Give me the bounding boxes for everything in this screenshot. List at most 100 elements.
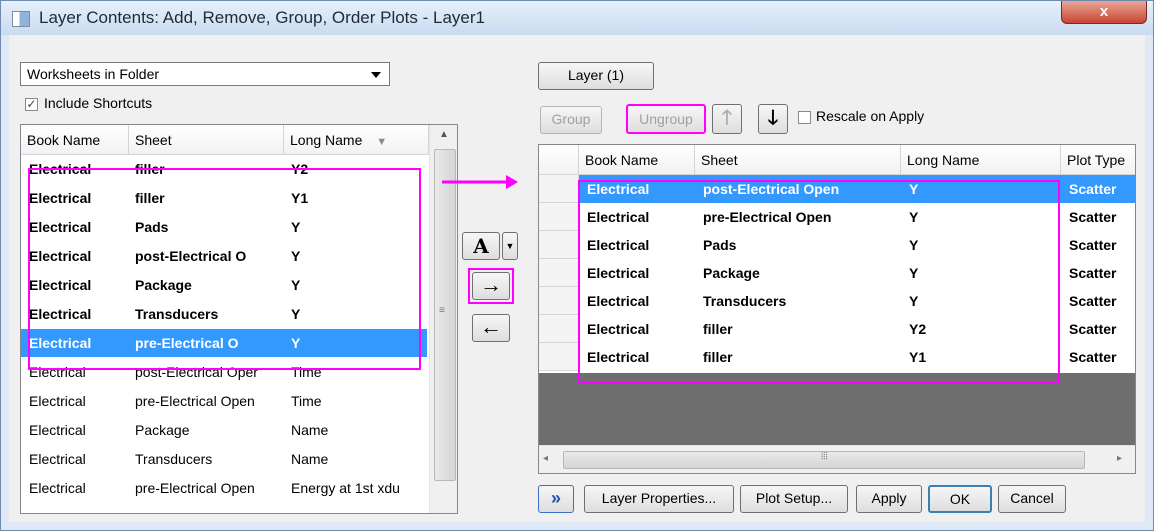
plot-setup-button[interactable]: Plot Setup... [740,485,848,513]
cell-sheet: post-Electrical O [135,248,247,264]
cell-sheet: Pads [703,237,737,253]
plot-list[interactable]: Book Name Sheet Long Name Plot Type Elec… [538,144,1136,474]
cell-long: Y [909,293,919,309]
cell-long: Y [909,209,919,225]
cell-book: Electrical [587,349,650,365]
window-icon [12,11,30,27]
cell-sheet: filler [703,349,733,365]
font-button[interactable]: A [462,232,500,260]
chevron-down-icon: ▼ [505,241,515,251]
column-header-long-name[interactable]: Long Name [901,145,1061,175]
table-row[interactable]: Electrical Pads Y Scatter [579,231,1135,259]
cell-book: Electrical [29,364,86,380]
table-row[interactable]: Electrical pre-Electrical Open Y Scatter [579,203,1135,231]
cell-book: Electrical [29,451,86,467]
layer-properties-button[interactable]: Layer Properties... [584,485,734,513]
arrow-annotation-icon [442,175,518,189]
cell-book: Electrical [29,393,86,409]
include-shortcuts-checkbox[interactable]: ✓ [25,98,38,111]
empty-grid-area [539,373,1135,445]
ungroup-button[interactable]: Ungroup [626,104,706,134]
table-row[interactable]: Electrical filler Y2 Scatter [579,315,1135,343]
rescale-on-apply-label: Rescale on Apply [816,108,925,124]
table-row[interactable]: Electrical Package Y Scatter [579,259,1135,287]
cell-book: Electrical [29,306,92,322]
row-header[interactable] [539,175,579,203]
list-item[interactable]: Electrical Package Name [21,416,427,444]
column-header-book-name[interactable]: Book Name [21,125,129,155]
table-row[interactable]: Electrical post-Electrical Open Y Scatter [579,175,1135,203]
list-item[interactable]: Electrical post-Electrical O Y [21,242,427,270]
column-header-long-name-label: Long Name [290,132,363,148]
chevron-down-icon [371,72,381,78]
table-row[interactable]: Electrical Transducers Y Scatter [579,287,1135,315]
list-item[interactable]: Electrical pre-Electrical Open Time [21,387,427,415]
cell-book: Electrical [29,480,86,496]
cell-book: Electrical [29,219,92,235]
cell-sheet: Package [703,265,760,281]
cell-sheet: Pads [135,219,169,235]
horizontal-scrollbar[interactable]: ◂ ⦙⦙⦙ ▸ [539,445,1135,473]
cell-book: Electrical [29,335,92,351]
row-header[interactable] [539,343,579,371]
list-item[interactable]: Electrical pre-Electrical Open Energy at 1… [21,474,427,502]
scroll-up-icon[interactable]: ▲ [439,129,449,140]
cell-sheet: post-Electrical Oper [135,364,258,380]
group-button[interactable]: Group [540,106,602,134]
scroll-right-icon[interactable]: ▸ [1117,453,1122,464]
arrow-up-icon: 🡑 [721,107,733,129]
column-header-long-name[interactable]: Long Name ▼ [284,125,429,155]
cell-book: Electrical [29,277,92,293]
column-header-sheet[interactable]: Sheet [695,145,901,175]
cell-book: Electrical [587,265,650,281]
column-header-sheet[interactable]: Sheet [129,125,284,155]
move-down-button[interactable]: 🡓 [758,104,788,134]
cell-book: Electrical [587,209,650,225]
cell-book: Electrical [29,422,86,438]
cell-type: Scatter [1069,209,1117,225]
cell-long: Y [909,265,919,281]
scroll-left-icon[interactable]: ◂ [543,453,548,464]
list-item[interactable]: Electrical Package Y [21,271,427,299]
move-up-button[interactable]: 🡑 [712,104,742,134]
cell-long: Name [291,422,329,438]
scrollbar-thumb[interactable] [434,149,456,481]
list-item[interactable]: Electrical Transducers Name [21,445,427,473]
row-header[interactable] [539,287,579,315]
list-item[interactable]: Electrical post-Electrical Oper Time [21,358,427,386]
source-select[interactable]: Worksheets in Folder [20,62,390,86]
column-header-plot-type[interactable]: Plot Type [1061,145,1135,175]
apply-button[interactable]: Apply [856,485,922,513]
cell-long: Y [909,181,919,197]
cell-sheet: Transducers [135,306,219,322]
grip-icon: ≡ [439,305,445,316]
rescale-on-apply-checkbox[interactable] [798,111,811,124]
list-item[interactable]: Electrical filler Y1 [21,184,427,212]
close-button[interactable]: x [1061,1,1147,24]
list-item[interactable]: Electrical Pads Y [21,213,427,241]
table-row[interactable]: Electrical filler Y1 Scatter [579,343,1135,371]
expand-button[interactable]: » [538,485,574,513]
cell-book: Electrical [29,190,92,206]
row-header-corner [539,145,579,175]
column-header-book-name[interactable]: Book Name [579,145,695,175]
available-data-list[interactable]: Book Name Sheet Long Name ▼ ▲ ≡ Electric… [20,124,458,514]
row-header[interactable] [539,315,579,343]
list-item[interactable]: Electrical Transducers Y [21,300,427,328]
cell-sheet: filler [135,161,165,177]
cell-long: Y [291,248,301,264]
list-item[interactable]: Electrical filler Y2 [21,155,427,183]
cell-sheet: Package [135,277,192,293]
tab-layer-1[interactable]: Layer (1) [538,62,654,90]
font-dropdown-button[interactable]: ▼ [502,232,518,260]
list-item[interactable]: Electrical pre-Electrical O Y [21,329,427,357]
ok-button[interactable]: OK [928,485,992,513]
cancel-button[interactable]: Cancel [998,485,1066,513]
cell-long: Y [291,277,301,293]
row-header[interactable] [539,231,579,259]
row-header[interactable] [539,259,579,287]
add-button[interactable]: → [472,272,510,300]
remove-button[interactable]: ← [472,314,510,342]
row-header[interactable] [539,203,579,231]
cell-long: Y1 [291,190,309,206]
